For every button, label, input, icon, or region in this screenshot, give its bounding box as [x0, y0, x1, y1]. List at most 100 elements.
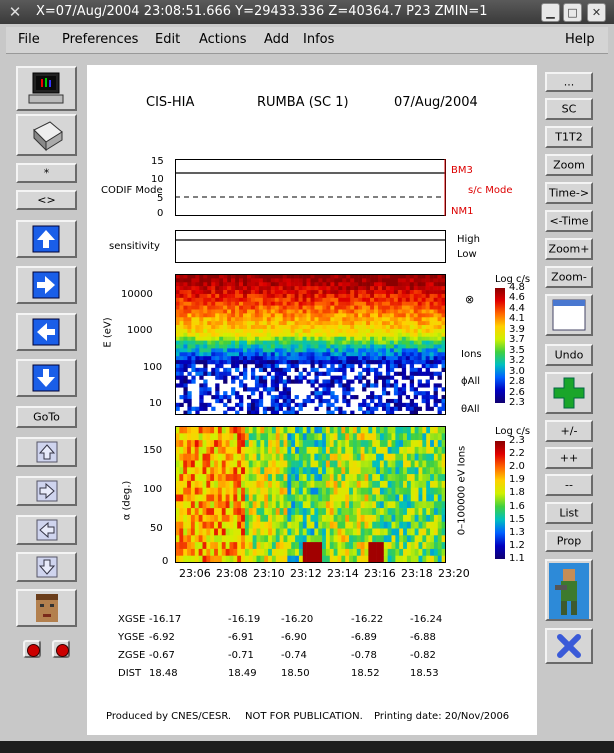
spectrogram-cell [279, 528, 284, 536]
small-right-button[interactable] [16, 476, 77, 506]
spectrogram-cell [397, 332, 403, 338]
spectrogram-cell [337, 514, 342, 522]
menu-file[interactable]: File [18, 32, 40, 47]
t1t2-button[interactable]: T1T2 [545, 126, 593, 148]
record-button-2[interactable] [52, 640, 70, 658]
spectrogram-cell [175, 297, 180, 303]
menu-add[interactable]: Add [264, 32, 289, 47]
minusminus-button[interactable]: -- [545, 474, 593, 496]
spectrogram-cell [187, 501, 192, 509]
spectrogram-cell [262, 301, 268, 306]
doom-guy-button[interactable] [545, 559, 593, 621]
spectrogram-cell [349, 501, 354, 509]
spectrogram-cell [231, 309, 236, 314]
plus-minus-button[interactable]: +/- [545, 420, 593, 442]
spectrogram-cell [206, 521, 211, 529]
spectrogram-cell [229, 542, 234, 550]
goto-button[interactable]: GoTo [16, 406, 77, 428]
small-down-button[interactable] [16, 552, 77, 582]
spectrogram-cell [381, 325, 387, 330]
spectrogram-cell [333, 487, 338, 495]
small-up-button[interactable] [16, 437, 77, 467]
spectrogram-cell [314, 274, 319, 279]
up-button[interactable] [16, 220, 77, 258]
close-button[interactable]: ✕ [587, 3, 606, 22]
diamond-button[interactable]: <> [16, 190, 77, 210]
spectrogram-cell [207, 282, 212, 287]
menu-help[interactable]: Help [565, 32, 595, 47]
spectrogram-cell [381, 336, 387, 341]
print-button[interactable] [16, 114, 77, 156]
spectrogram-cell [239, 301, 244, 306]
spectrogram-cell [231, 325, 236, 330]
dots-button[interactable]: ... [545, 72, 593, 92]
spectrogram-cell [210, 501, 215, 509]
spectrogram-cell [274, 348, 280, 353]
sc-button[interactable]: SC [545, 98, 593, 120]
add-button[interactable] [545, 372, 593, 414]
spectrogram-cell [306, 344, 311, 349]
spectrogram-cell [376, 474, 381, 482]
spectrogram-cell [433, 460, 439, 468]
menu-edit[interactable]: Edit [155, 32, 180, 47]
spectrogram-cell [358, 356, 363, 361]
spectrogram-cell [287, 446, 292, 454]
spectrogram-cell [295, 480, 300, 488]
window-button[interactable] [545, 294, 593, 336]
spectrogram-cell [362, 375, 367, 380]
menu-infos[interactable]: Infos [303, 32, 334, 47]
spectrogram-cell [350, 332, 355, 338]
right-button[interactable] [16, 266, 77, 304]
spectrogram-cell [333, 480, 338, 488]
spectrogram-cell [326, 383, 331, 388]
spectrogram-cell [318, 467, 323, 475]
spectrogram-cell [426, 467, 431, 475]
menu-actions[interactable]: Actions [199, 32, 247, 47]
spectrogram-cell [274, 297, 280, 303]
spectrogram-cell [326, 356, 331, 361]
small-left-button[interactable] [16, 515, 77, 545]
spectrogram-cell [239, 325, 244, 330]
spectrogram-cell [366, 371, 371, 376]
spectrogram-cell [378, 278, 383, 283]
spectrogram-cell [187, 297, 192, 303]
spectrogram-cell [264, 548, 269, 556]
zoom-out-button[interactable]: Zoom- [545, 266, 593, 288]
spectrogram-cell [403, 548, 408, 556]
spectrogram-cell [356, 555, 361, 563]
maximize-button[interactable]: □ [563, 3, 582, 22]
plusplus-button[interactable]: ++ [545, 447, 593, 469]
spectrogram-cell [426, 426, 431, 434]
ephemeris-value: -0.67 [149, 650, 175, 661]
spectrogram-cell [342, 278, 347, 283]
spectrogram-cell [346, 301, 351, 306]
spectrogram-cell [338, 379, 343, 384]
spectrogram-cell [175, 487, 180, 495]
list-button[interactable]: List [545, 502, 593, 524]
spectrogram-cell [397, 286, 403, 291]
prop-button[interactable]: Prop [545, 530, 593, 552]
menu-preferences[interactable]: Preferences [62, 32, 138, 47]
spectrogram-cell [329, 440, 334, 448]
zoom-button[interactable]: Zoom [545, 154, 593, 176]
record-button-1[interactable] [23, 640, 41, 658]
time-forward-button[interactable]: Time-> [545, 182, 593, 204]
computer-button[interactable] [16, 66, 77, 111]
left-button[interactable] [16, 313, 77, 351]
zoom-in-button[interactable]: Zoom+ [545, 238, 593, 260]
spectrogram-cell [418, 494, 423, 502]
minimize-button[interactable]: ▁ [541, 3, 560, 22]
exit-button[interactable] [545, 628, 593, 664]
spectrogram-cell [268, 555, 273, 563]
spectrogram-cell [203, 309, 208, 314]
down-button[interactable] [16, 359, 77, 397]
face-button[interactable] [16, 589, 77, 627]
time-back-button[interactable]: <-Time [545, 210, 593, 232]
spectrogram-cell [376, 535, 381, 543]
app-x-icon[interactable]: ✕ [6, 3, 24, 21]
spectrogram-cell [322, 274, 327, 279]
spectrogram-cell [333, 433, 338, 441]
spectrogram-cell [409, 402, 415, 408]
undo-button[interactable]: Undo [545, 344, 593, 366]
star-button[interactable]: * [16, 163, 77, 183]
